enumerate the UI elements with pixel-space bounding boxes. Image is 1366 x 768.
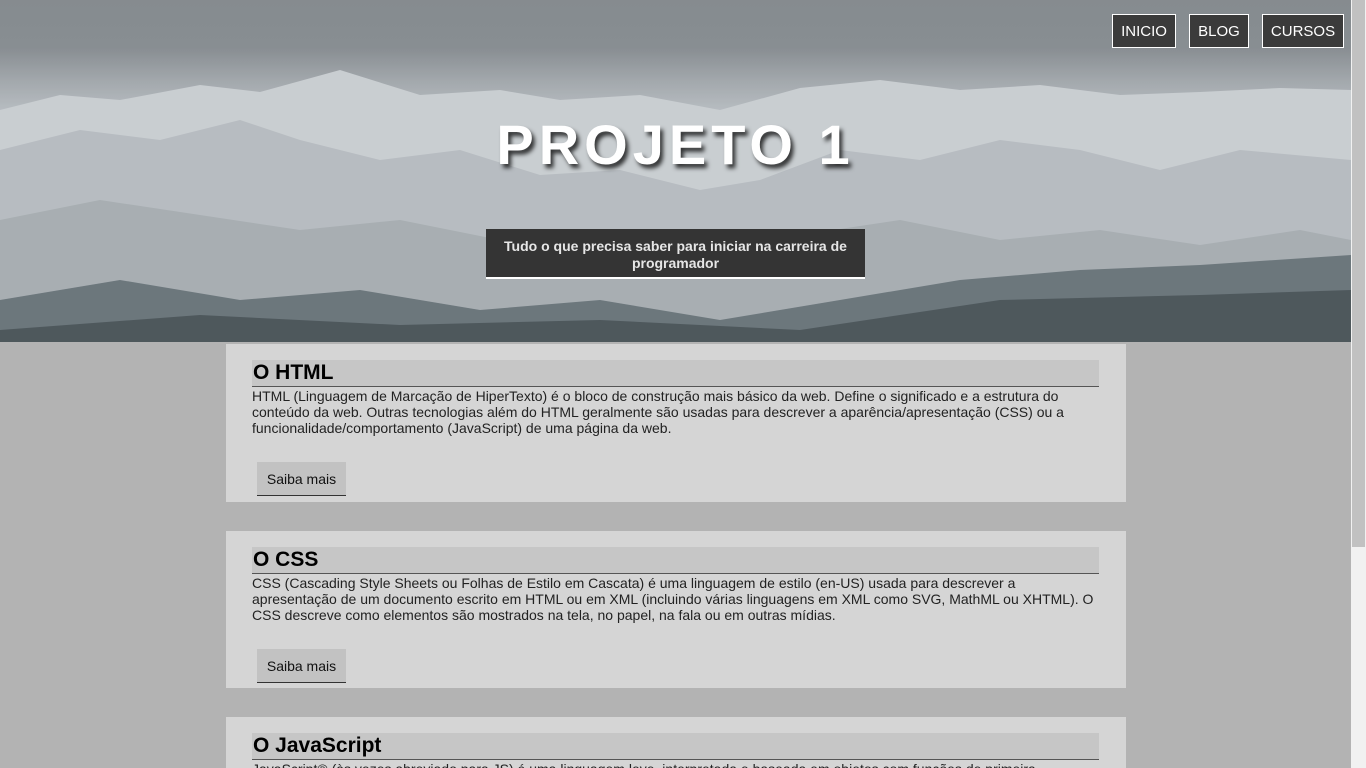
card-text: JavaScript® (às vezes abreviado para JS)… <box>252 760 1099 768</box>
card-title: O CSS <box>252 547 1099 574</box>
card-text: CSS (Cascading Style Sheets ou Folhas de… <box>252 575 1094 623</box>
nav-blog-button[interactable]: BLOG <box>1189 14 1249 48</box>
card-text: HTML (Linguagem de Marcação de HiperText… <box>252 388 1064 436</box>
saiba-mais-button[interactable]: Saiba mais <box>257 462 346 496</box>
card-title: O JavaScript <box>252 733 1099 760</box>
scrollbar-thumb[interactable] <box>1352 0 1365 547</box>
card-title: O HTML <box>252 360 1099 387</box>
nav-cursos-button[interactable]: CURSOS <box>1262 14 1344 48</box>
top-nav: INICIO BLOG CURSOS <box>1112 14 1344 48</box>
page-title: PROJETO 1 <box>496 113 855 176</box>
hero-banner: INICIO BLOG CURSOS PROJETO 1 Tudo o que … <box>0 0 1351 342</box>
card-css: O CSS CSS (Cascading Style Sheets ou Fol… <box>226 531 1126 688</box>
card-javascript: O JavaScript JavaScript® (às vezes abrev… <box>226 717 1126 768</box>
card-html: O HTML HTML (Linguagem de Marcação de Hi… <box>226 344 1126 502</box>
saiba-mais-button[interactable]: Saiba mais <box>257 649 346 683</box>
nav-inicio-button[interactable]: INICIO <box>1112 14 1176 48</box>
hero-subtitle: Tudo o que precisa saber para iniciar na… <box>486 229 865 279</box>
